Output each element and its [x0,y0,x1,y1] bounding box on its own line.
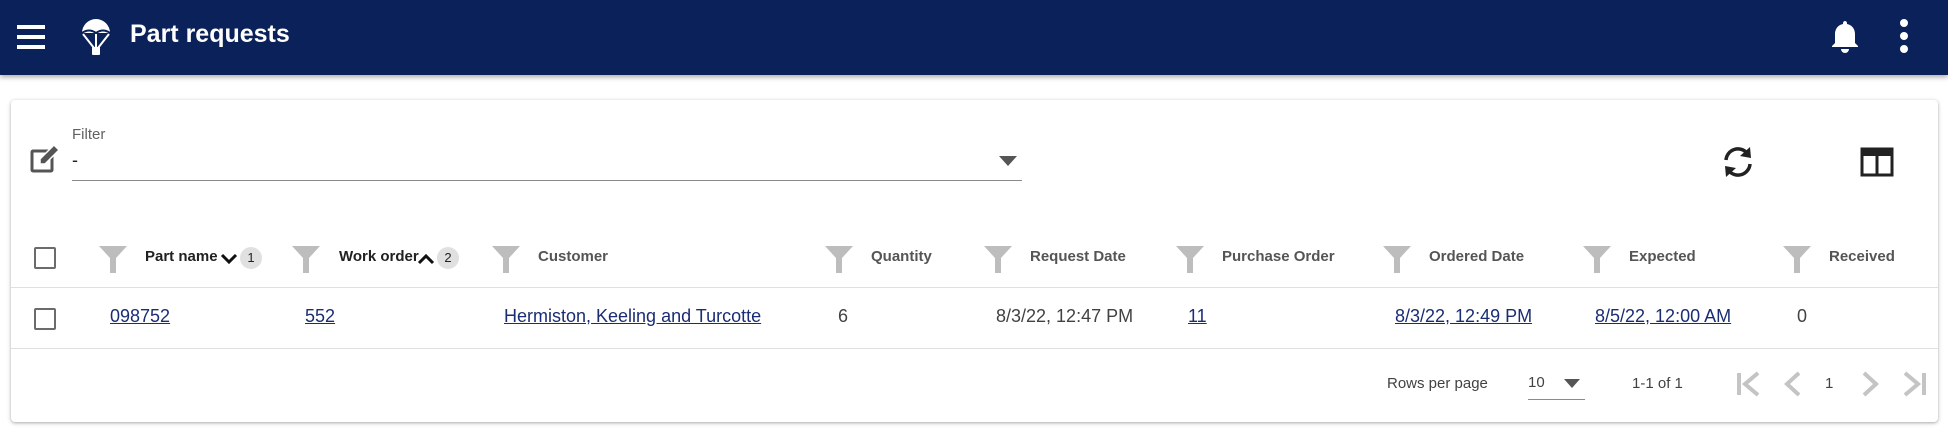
filter-funnel-icon[interactable] [491,244,521,274]
caret-down-icon [999,156,1017,166]
sort-order-badge: 2 [437,247,459,269]
column-header-request-date[interactable]: Request Date [1030,248,1126,265]
rows-per-page-label: Rows per page [1387,375,1488,392]
cell-customer[interactable]: Hermiston, Keeling and Turcotte [504,306,761,327]
filter-value: - [72,150,78,170]
row-checkbox[interactable] [34,308,56,330]
filter-label: Filter [72,126,106,143]
select-all-checkbox[interactable] [34,247,56,269]
filter-funnel-icon[interactable] [291,244,321,274]
cell-work-order[interactable]: 552 [305,306,335,327]
filter-funnel-icon[interactable] [824,244,854,274]
column-header-expected[interactable]: Expected [1629,248,1696,265]
current-page-number: 1 [1825,375,1834,392]
sort-order-badge: 1 [240,247,262,269]
filter-select[interactable]: - [72,146,1022,181]
column-header-ordered-date[interactable]: Ordered Date [1429,248,1524,265]
first-page-icon[interactable] [1733,367,1763,401]
columns-icon[interactable] [1860,147,1894,177]
filter-funnel-icon[interactable] [1582,244,1612,274]
last-page-icon[interactable] [1900,367,1930,401]
cell-expected[interactable]: 8/5/22, 12:00 AM [1595,306,1731,327]
filter-funnel-icon[interactable] [98,244,128,274]
more-vert-icon[interactable] [1894,17,1914,55]
column-header-purchase-order[interactable]: Purchase Order [1222,248,1335,265]
filter-funnel-icon[interactable] [983,244,1013,274]
cell-purchase-order[interactable]: 11 [1188,306,1207,327]
chevron-left-icon[interactable] [1778,367,1808,401]
bell-icon[interactable] [1830,19,1860,53]
column-header-work-order[interactable]: Work order [339,248,419,265]
page-range: 1-1 of 1 [1632,375,1683,392]
menu-icon[interactable] [16,22,46,52]
chevron-right-icon[interactable] [1855,367,1885,401]
sort-descending-icon[interactable] [219,249,239,269]
column-header-part-name[interactable]: Part name [145,248,218,265]
column-header-quantity[interactable]: Quantity [871,248,932,265]
cell-request-date: 8/3/22, 12:47 PM [996,306,1134,326]
cell-ordered-date[interactable]: 8/3/22, 12:49 PM [1395,306,1532,327]
refresh-icon[interactable] [1720,144,1756,180]
part-requests-card: Filter - Part name 1 Work order 2 Custom… [11,100,1938,422]
pagination-bar: Rows per page 10 1-1 of 1 1 [11,349,1938,422]
column-header-customer[interactable]: Customer [538,248,608,265]
filter-funnel-icon[interactable] [1382,244,1412,274]
column-header-received[interactable]: Received [1829,248,1895,265]
caret-down-icon [1564,379,1580,388]
cell-part-name[interactable]: 098752 [110,306,170,327]
cell-quantity: 6 [838,306,849,326]
table-row: 098752 552 Hermiston, Keeling and Turcot… [11,288,1938,349]
app-bar: Part requests [0,0,1948,75]
filter-funnel-icon[interactable] [1175,244,1205,274]
filter-funnel-icon[interactable] [1782,244,1812,274]
table-header-row: Part name 1 Work order 2 Customer Quanti… [11,230,1938,288]
parachute-icon [81,19,111,55]
page-title: Part requests [130,20,290,48]
rows-per-page-select[interactable]: 10 [1528,369,1585,400]
rows-per-page-value: 10 [1528,374,1545,391]
sort-ascending-icon[interactable] [416,249,436,269]
cell-received: 0 [1797,306,1808,326]
edit-note-icon[interactable] [29,144,61,176]
